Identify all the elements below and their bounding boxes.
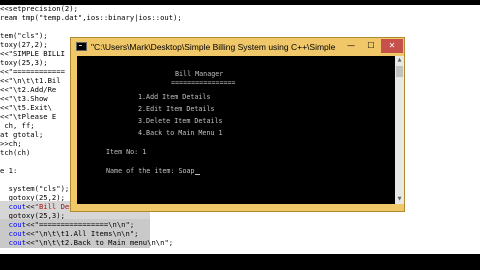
scroll-down-arrow-icon[interactable]: ▼: [395, 195, 404, 204]
console-output[interactable]: Bill Manager ================ 1.Add Item…: [77, 56, 395, 204]
code-token: cout: [8, 238, 26, 247]
console-heading-underline: ================: [171, 79, 236, 87]
code-line: ream tmp("temp.dat",ios::binary|ios::out…: [0, 12, 182, 23]
item-name-prompt: Name of the item: Soap: [106, 166, 200, 176]
menu-option-delete: 3.Delete Item Details: [138, 117, 223, 125]
console-window[interactable]: "C:\Users\Mark\Desktop\Simple Billing Sy…: [70, 37, 405, 212]
menu-option-back: 4.Back to Main Menu 1: [138, 129, 223, 137]
menu-option-edit: 2.Edit Item Details: [138, 105, 215, 113]
code-line: tch(ch): [0, 147, 30, 158]
scroll-thumb[interactable]: [396, 66, 403, 77]
console-titlebar[interactable]: "C:\Users\Mark\Desktop\Simple Billing Sy…: [71, 38, 404, 56]
code-line: e 1:: [0, 165, 17, 176]
item-name-text: Name of the item: Soap: [106, 167, 195, 175]
letterbox-bottom: [0, 254, 480, 270]
minimize-button[interactable]: —: [341, 39, 361, 53]
console-app-icon: [76, 42, 87, 51]
menu-option-add: 1.Add Item Details: [138, 93, 211, 101]
text-cursor: [194, 174, 200, 175]
maximize-button[interactable]: ☐: [361, 39, 381, 53]
console-title: "C:\Users\Mark\Desktop\Simple Billing Sy…: [91, 42, 337, 52]
close-button[interactable]: ✕: [381, 39, 403, 53]
code-token: <<"\n\t\t2.Back to Main menu\n\n";: [25, 238, 174, 247]
code-token: tch(ch): [0, 148, 31, 157]
code-token: e 1:: [0, 166, 18, 175]
code-line: cout<<"\n\t\t2.Back to Main menu\n\n";: [0, 237, 173, 248]
vertical-scrollbar[interactable]: ▲ ▼: [395, 56, 404, 204]
code-token: ream tmp("temp.dat",ios::binary|ios::out…: [0, 13, 182, 22]
scroll-up-arrow-icon[interactable]: ▲: [395, 56, 404, 65]
item-number-prompt: Item No: 1: [106, 148, 147, 156]
